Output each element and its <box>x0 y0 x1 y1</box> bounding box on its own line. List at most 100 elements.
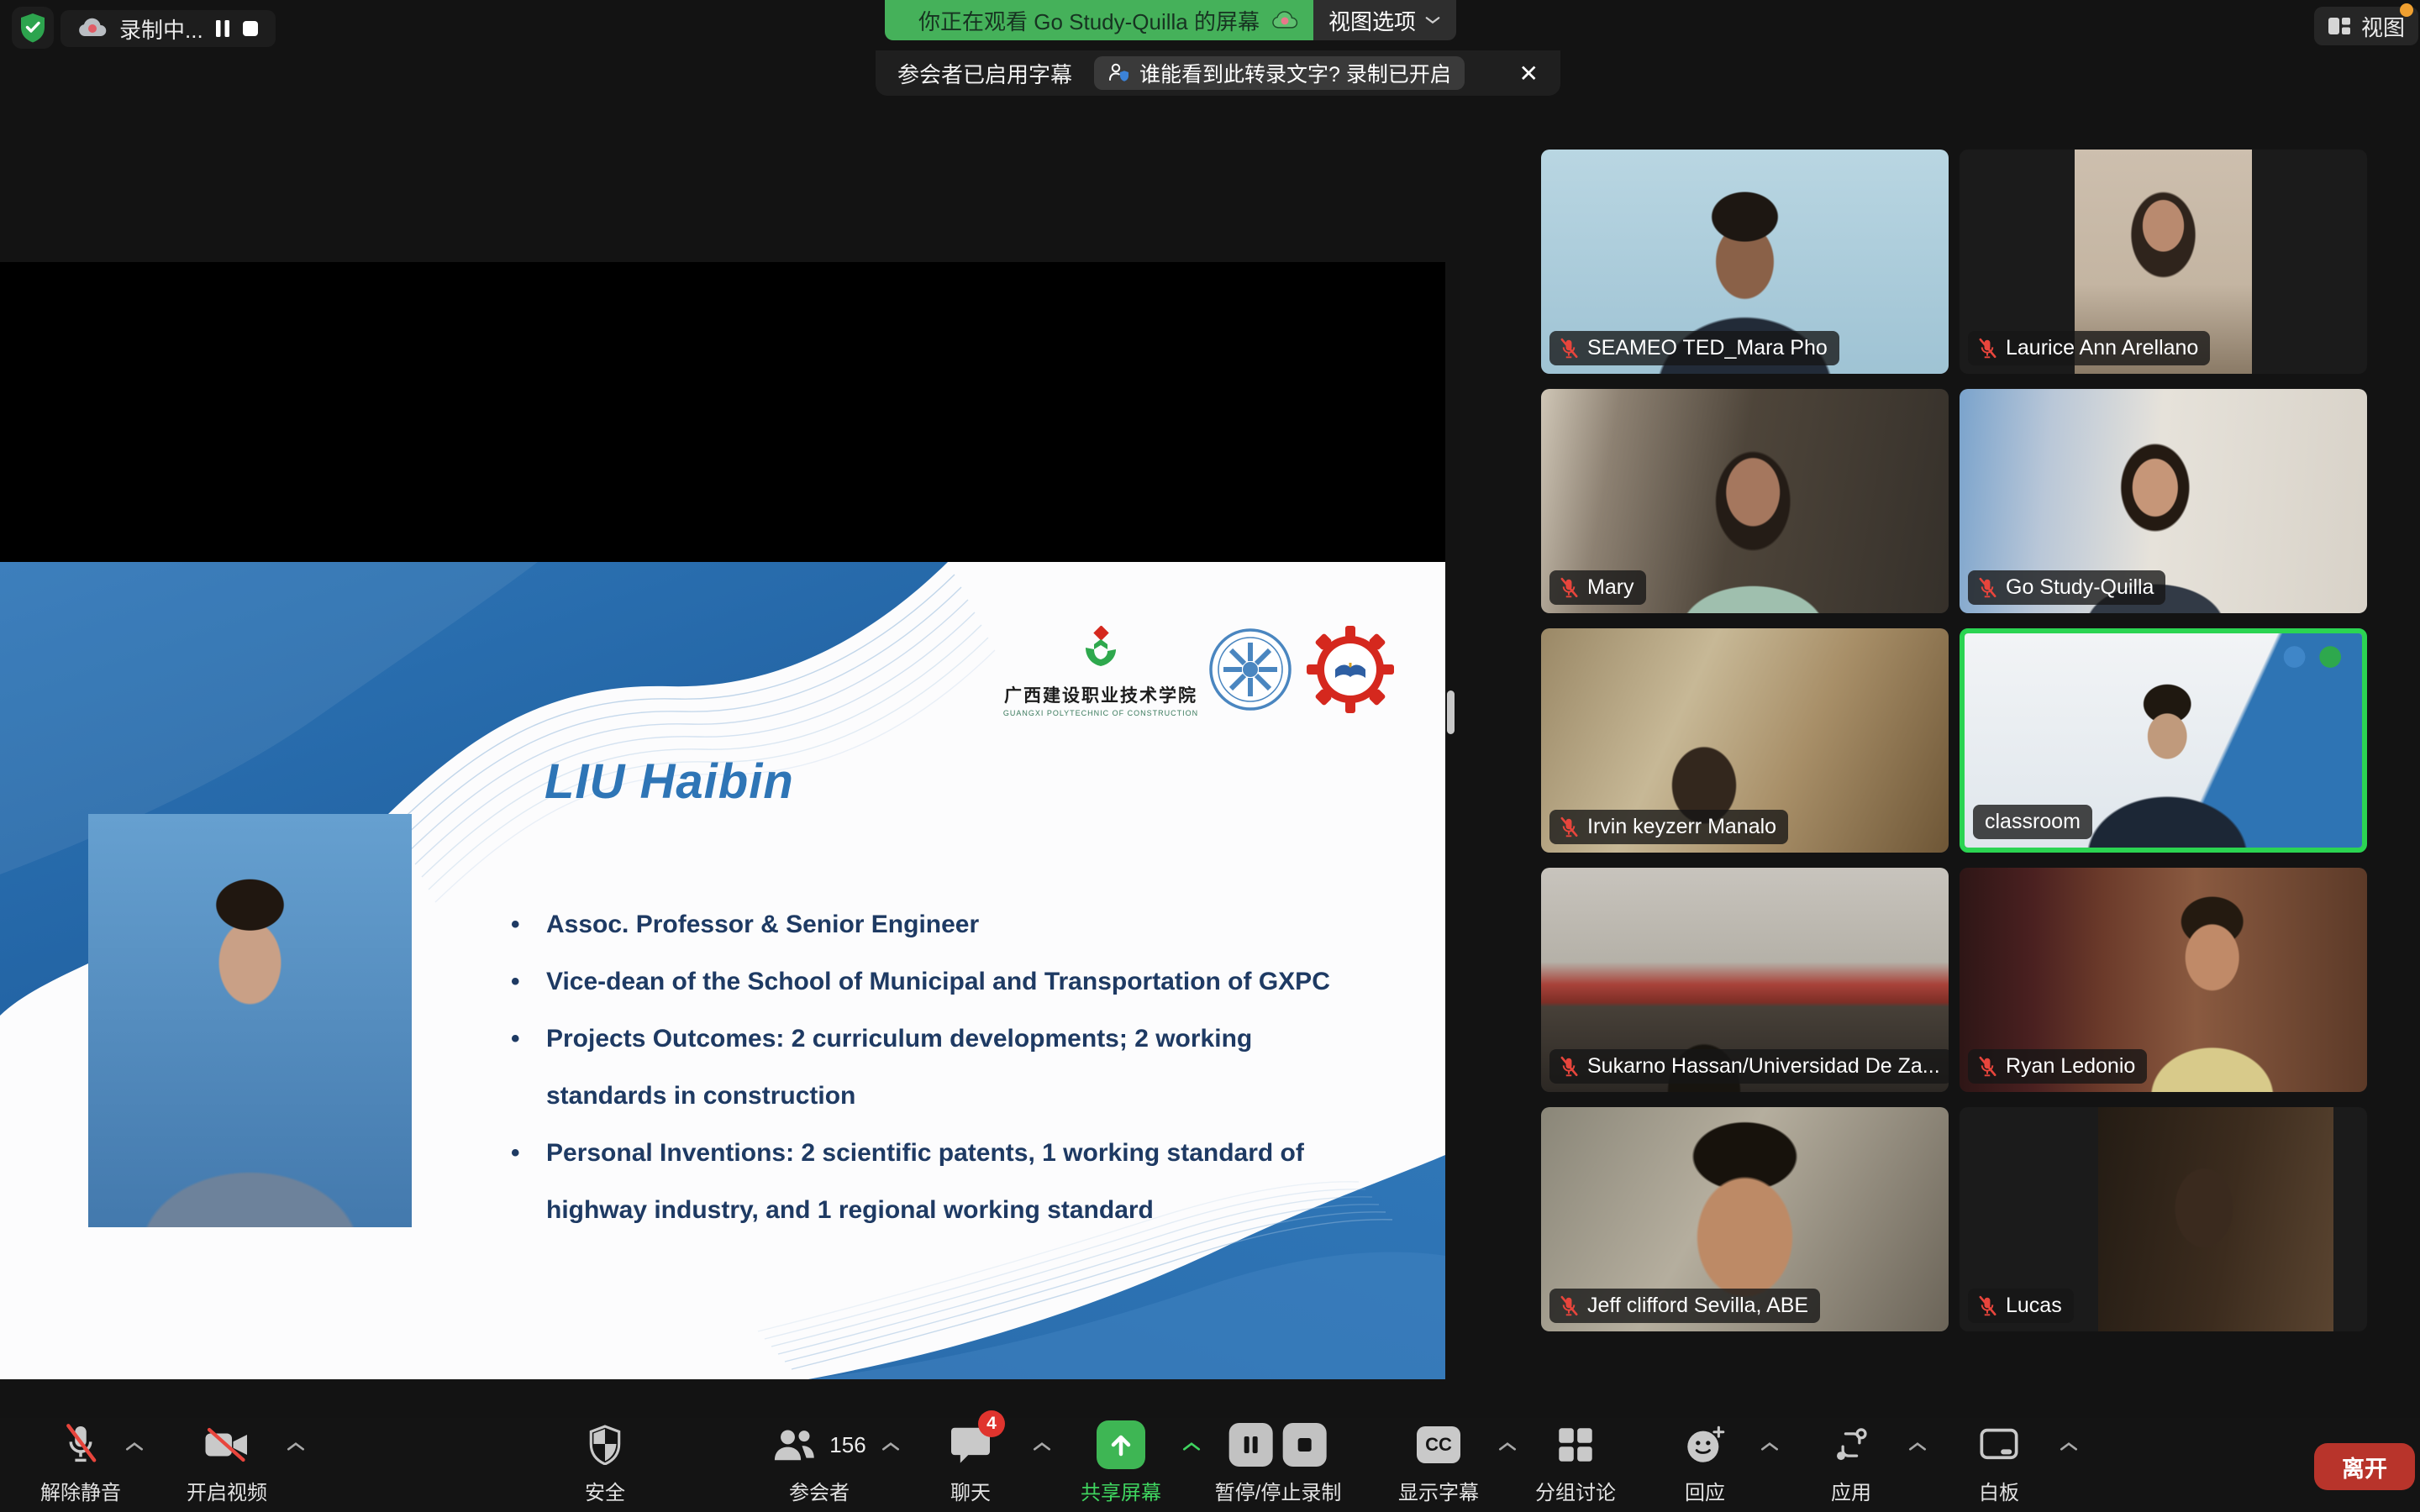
chevron-up-icon[interactable] <box>124 1441 145 1455</box>
transcript-notice-text: 谁能看到此转录文字? 录制已开启 <box>1139 58 1451 88</box>
breakout-rooms-label: 分组讨论 <box>1535 1476 1616 1505</box>
participant-tile[interactable]: Mary <box>1541 389 1949 613</box>
apps-label: 应用 <box>1831 1476 1871 1505</box>
bullet-text: standards in construction <box>546 1068 1410 1125</box>
stop-recording-icon[interactable] <box>1283 1423 1327 1467</box>
pause-stop-recording-label: 暂停/停止录制 <box>1215 1476 1342 1505</box>
gxpc-logo-cn-text: 广西建设职业技术学院 <box>996 682 1206 707</box>
transcript-visibility-button[interactable]: 谁能看到此转录文字? 录制已开启 <box>1094 56 1465 90</box>
chevron-up-icon[interactable] <box>1497 1441 1518 1455</box>
reactions-icon <box>1685 1425 1725 1465</box>
participant-name: Lucas <box>2006 1294 2062 1318</box>
person-shield-icon <box>1107 61 1131 85</box>
chevron-up-icon[interactable] <box>1032 1441 1052 1455</box>
chevron-up-icon[interactable] <box>1907 1441 1928 1455</box>
bullet-text: Projects Outcomes: 2 curriculum developm… <box>546 1011 1410 1068</box>
pause-icon <box>215 19 230 38</box>
share-screen-icon <box>1107 1431 1135 1459</box>
chevron-down-icon <box>1424 15 1441 25</box>
muted-mic-icon <box>1558 338 1580 360</box>
start-video-button[interactable]: 开启视频 <box>187 1420 267 1505</box>
chat-button[interactable]: 4 聊天 <box>950 1420 992 1505</box>
participants-label: 参会者 <box>789 1476 850 1505</box>
view-options-button[interactable]: 视图选项 <box>1313 0 1456 40</box>
chevron-up-icon[interactable] <box>1181 1441 1202 1455</box>
bullet-text: Assoc. Professor & Senior Engineer <box>546 896 1410 953</box>
gxpc-logo: 广西建设职业技术学院 GUANGXI POLYTECHNIC OF CONSTR… <box>996 626 1206 717</box>
leave-meeting-button[interactable]: 离开 <box>2314 1443 2415 1490</box>
whiteboard-label: 白板 <box>1979 1476 2019 1505</box>
cc-icon: CC <box>1417 1426 1460 1463</box>
shared-screen-frame: 广西建设职业技术学院 GUANGXI POLYTECHNIC OF CONSTR… <box>0 262 1445 1169</box>
participant-name: classroom <box>1985 810 2081 834</box>
participant-tile[interactable]: Jeff clifford Sevilla, ABE <box>1541 1107 1949 1331</box>
participant-tile[interactable]: Laurice Ann Arellano <box>1960 150 2367 374</box>
chat-badge: 4 <box>978 1410 1005 1437</box>
breakout-rooms-button[interactable]: 分组讨论 <box>1535 1420 1616 1505</box>
captions-enabled-text: 参会者已启用字幕 <box>897 58 1072 89</box>
bullet-text: highway industry, and 1 regional working… <box>546 1182 1410 1239</box>
pause-recording-button[interactable] <box>215 19 230 38</box>
participant-tile[interactable]: Sukarno Hassan/Universidad De Za... <box>1541 868 1949 1092</box>
scrollbar-thumb[interactable] <box>1447 690 1455 734</box>
gallery-view-icon <box>2328 17 2353 35</box>
participant-name: Go Study-Quilla <box>2006 575 2154 600</box>
recording-label: 录制中... <box>119 13 203 45</box>
participant-name-pill: Jeff clifford Sevilla, ABE <box>1549 1289 1820 1323</box>
share-screen-button[interactable]: 共享屏幕 <box>1081 1420 1161 1505</box>
participant-name-pill: Ryan Ledonio <box>1968 1049 2147 1084</box>
muted-mic-icon <box>1558 577 1580 599</box>
recording-indicator: 录制中... <box>60 10 276 47</box>
reactions-button[interactable]: 回应 <box>1685 1420 1725 1505</box>
bullet-item: Projects Outcomes: 2 curriculum developm… <box>511 1011 1410 1125</box>
participant-name-pill: Irvin keyzerr Manalo <box>1549 810 1788 844</box>
bullet-item: Personal Inventions: 2 scientific patent… <box>511 1125 1410 1239</box>
pause-stop-recording-button[interactable]: 暂停/停止录制 <box>1215 1420 1342 1505</box>
participant-tile[interactable]: Ryan Ledonio <box>1960 868 2367 1092</box>
security-label: 安全 <box>585 1476 625 1505</box>
speaker-photo <box>88 814 412 1227</box>
participant-name: Laurice Ann Arellano <box>2006 336 2198 360</box>
close-icon[interactable]: ✕ <box>1519 60 1539 87</box>
captions-notification-bar: 参会者已启用字幕 谁能看到此转录文字? 录制已开启 ✕ <box>876 50 1560 96</box>
participants-count: 156 <box>829 1432 865 1458</box>
muted-mic-icon <box>1976 1056 1998 1078</box>
cloud-recording-icon <box>1271 10 1298 30</box>
muted-mic-icon <box>62 1424 99 1466</box>
chevron-up-icon[interactable] <box>286 1441 306 1455</box>
chevron-up-icon[interactable] <box>2059 1441 2079 1455</box>
muted-mic-icon <box>1976 577 1998 599</box>
participant-tile[interactable]: SEAMEO TED_Mara Pho <box>1541 150 1949 374</box>
participant-name-pill: Sukarno Hassan/Universidad De Za... <box>1549 1049 1949 1084</box>
muted-mic-icon <box>1558 1056 1580 1078</box>
view-label: 视图 <box>2361 11 2405 42</box>
participants-button[interactable]: 156 参会者 <box>772 1420 865 1505</box>
show-captions-button[interactable]: CC 显示字幕 <box>1398 1420 1479 1505</box>
security-shield-icon <box>19 13 46 43</box>
watching-banner-text: 你正在观看 Go Study-Quilla 的屏幕 <box>918 5 1260 36</box>
security-button[interactable]: 安全 <box>585 1420 625 1505</box>
bullet-item: Assoc. Professor & Senior Engineer <box>511 896 1410 953</box>
bullet-text: Personal Inventions: 2 scientific patent… <box>546 1125 1410 1182</box>
slide-title: LIU Haibin <box>544 753 794 810</box>
talent-training-seal-logo <box>1208 627 1292 711</box>
apps-button[interactable]: 应用 <box>1831 1420 1871 1505</box>
participant-tile-active-speaker[interactable]: classroom <box>1960 628 2367 853</box>
participant-tile[interactable]: Irvin keyzerr Manalo <box>1541 628 1949 853</box>
stop-recording-button[interactable] <box>242 20 259 37</box>
participant-name: SEAMEO TED_Mara Pho <box>1587 336 1828 360</box>
meeting-toolbar: 解除静音 开启视频 安全 156 参会者 4 聊天 共享屏幕 暂停/ <box>0 1418 2420 1512</box>
muted-mic-icon <box>1558 1295 1580 1317</box>
participant-name: Jeff clifford Sevilla, ABE <box>1587 1294 1808 1318</box>
watching-screen-banner: 你正在观看 Go Study-Quilla 的屏幕 <box>885 0 1313 40</box>
participant-tile[interactable]: Lucas <box>1960 1107 2367 1331</box>
whiteboard-button[interactable]: 白板 <box>1978 1420 2020 1505</box>
participant-name-pill: Lucas <box>1968 1289 2074 1323</box>
reactions-label: 回应 <box>1685 1476 1725 1505</box>
participant-tile[interactable]: Go Study-Quilla <box>1960 389 2367 613</box>
unmute-button[interactable]: 解除静音 <box>40 1420 121 1505</box>
participant-name: Irvin keyzerr Manalo <box>1587 815 1776 839</box>
pause-recording-icon[interactable] <box>1229 1423 1273 1467</box>
chevron-up-icon[interactable] <box>881 1441 901 1455</box>
chevron-up-icon[interactable] <box>1760 1441 1780 1455</box>
